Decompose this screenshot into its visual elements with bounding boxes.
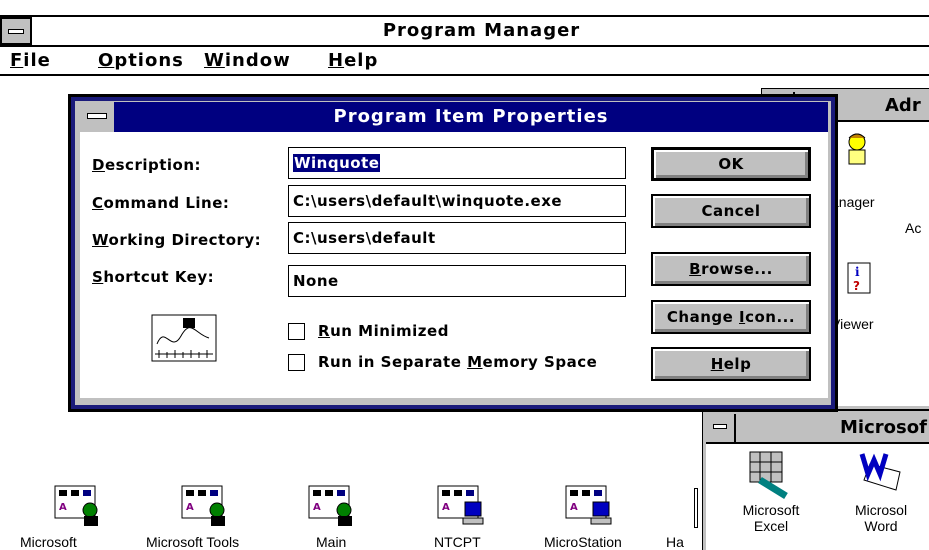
menu-help-mnemonic: H bbox=[328, 50, 345, 71]
excel-label-line1: Microsoft bbox=[742, 502, 800, 518]
program-item-properties-dialog: Program Item Properties Description: Com… bbox=[68, 94, 838, 412]
shortcut-key-field[interactable]: None bbox=[288, 265, 626, 297]
word-icon[interactable] bbox=[856, 450, 906, 498]
dialog-system-menu-button[interactable] bbox=[80, 102, 114, 132]
svg-text:?: ? bbox=[853, 279, 860, 293]
shortcut-key-label-rest: hortcut Key: bbox=[103, 268, 215, 286]
run-minimized-label: un Minimized bbox=[330, 322, 449, 340]
menu-file-rest: ile bbox=[23, 50, 51, 71]
group-icon-microsoft[interactable]: A bbox=[54, 480, 104, 528]
shortcut-key-label: Shortcut Key: bbox=[92, 268, 214, 286]
group-label-partial: Ha bbox=[666, 534, 684, 550]
description-label: Description: bbox=[92, 156, 201, 174]
cancel-button[interactable]: Cancel bbox=[651, 194, 811, 228]
user-manager-icon[interactable] bbox=[843, 132, 873, 166]
group-icon-microstation[interactable]: A bbox=[565, 480, 615, 528]
svg-text:A: A bbox=[186, 502, 194, 513]
svg-text:A: A bbox=[313, 502, 321, 513]
menu-window[interactable]: Window bbox=[204, 50, 291, 71]
admin-item-label-2: Ac bbox=[905, 220, 922, 236]
microsoft-group-window[interactable]: Microsof Microsoft Excel Microsol Word bbox=[702, 410, 929, 550]
change-icon-label-b: con... bbox=[745, 308, 796, 326]
group-label-main: Main bbox=[316, 534, 347, 550]
group-label-microsoft-tools: Microsoft Tools bbox=[146, 534, 240, 550]
run-minimized-box[interactable] bbox=[288, 322, 305, 340]
command-line-label: Command Line: bbox=[92, 194, 229, 212]
separate-memory-checkbox[interactable]: Run in Separate Memory Space bbox=[288, 353, 597, 371]
system-menu-icon bbox=[8, 29, 24, 34]
group-label-microstation: MicroStation bbox=[544, 534, 622, 550]
command-line-label-rest: ommand Line: bbox=[103, 194, 230, 212]
help-button[interactable]: Help bbox=[651, 347, 811, 381]
microsoft-system-menu-icon bbox=[713, 424, 727, 429]
menu-window-mnemonic: W bbox=[204, 50, 225, 71]
group-icon-main[interactable]: A bbox=[308, 480, 358, 528]
separate-memory-label-b: emory Space bbox=[482, 353, 598, 371]
microsoft-group-title: Microsof bbox=[840, 417, 927, 438]
word-label: Microsol Word bbox=[846, 502, 916, 534]
svg-text:A: A bbox=[442, 502, 450, 513]
menu-options-rest: ptions bbox=[114, 50, 184, 71]
group-icon-partial[interactable] bbox=[694, 488, 698, 528]
command-line-mnemonic: C bbox=[92, 194, 104, 212]
system-menu-button[interactable] bbox=[0, 17, 32, 45]
help-label: elp bbox=[723, 355, 752, 373]
browse-label: rowse... bbox=[701, 260, 773, 278]
group-label-microsoft: Microsoft bbox=[20, 534, 77, 550]
word-label-line1: Microsol bbox=[854, 502, 908, 518]
shortcut-key-mnemonic: S bbox=[92, 268, 104, 286]
help-mnemonic: H bbox=[710, 355, 724, 373]
browse-button[interactable]: Browse... bbox=[651, 252, 811, 286]
browse-mnemonic: B bbox=[689, 260, 702, 278]
group-label-ntcpt: NTCPT bbox=[434, 534, 481, 550]
menu-bar: File Options Window Help bbox=[0, 47, 929, 76]
menu-options-mnemonic: O bbox=[98, 50, 115, 71]
menu-file[interactable]: File bbox=[10, 50, 51, 71]
menu-help[interactable]: Help bbox=[328, 50, 378, 71]
working-directory-field[interactable]: C:\users\default bbox=[288, 222, 626, 254]
menu-window-rest: indow bbox=[224, 50, 291, 71]
change-icon-button[interactable]: Change Icon... bbox=[651, 300, 811, 334]
ok-button[interactable]: OK bbox=[651, 147, 811, 181]
description-mnemonic: D bbox=[92, 156, 105, 174]
microsoft-group-titlebar[interactable]: Microsof bbox=[706, 414, 929, 444]
svg-text:A: A bbox=[59, 502, 67, 513]
working-directory-label-rest: orking Directory: bbox=[108, 231, 262, 249]
separate-memory-box[interactable] bbox=[288, 353, 305, 371]
command-line-field[interactable]: C:\users\default\winquote.exe bbox=[288, 185, 626, 217]
svg-text:i: i bbox=[855, 265, 860, 279]
menu-help-rest: elp bbox=[344, 50, 379, 71]
dialog-body: Description: Command Line: Working Direc… bbox=[80, 132, 828, 398]
dialog-title: Program Item Properties bbox=[333, 106, 609, 127]
viewer-icon[interactable]: i ? bbox=[847, 262, 871, 294]
svg-text:A: A bbox=[570, 502, 578, 513]
separate-memory-mnemonic: M bbox=[467, 353, 483, 371]
group-icon-ntcpt[interactable]: A bbox=[437, 480, 487, 528]
separate-memory-label-a: Run in Separate bbox=[318, 353, 468, 371]
dialog-titlebar[interactable]: Program Item Properties bbox=[80, 102, 828, 132]
program-icon-preview bbox=[151, 314, 217, 362]
description-value: Winquote bbox=[293, 154, 381, 172]
run-minimized-checkbox[interactable]: Run Minimized bbox=[288, 322, 449, 340]
excel-icon[interactable] bbox=[746, 450, 792, 500]
excel-label: Microsoft Excel bbox=[739, 502, 803, 534]
word-label-line2: Word bbox=[864, 518, 898, 534]
menu-options[interactable]: Options bbox=[98, 50, 184, 71]
window-top-edge bbox=[0, 0, 929, 17]
admin-group-title: Adr bbox=[885, 95, 921, 116]
program-manager-title: Program Manager bbox=[382, 20, 581, 41]
description-label-rest: escription: bbox=[104, 156, 202, 174]
working-directory-label: Working Directory: bbox=[92, 231, 261, 249]
change-icon-label-a: Change bbox=[666, 308, 740, 326]
program-manager-titlebar[interactable]: Program Manager bbox=[0, 17, 929, 47]
working-directory-mnemonic: W bbox=[92, 231, 109, 249]
microsoft-system-menu[interactable] bbox=[706, 414, 736, 442]
run-minimized-mnemonic: R bbox=[318, 322, 331, 340]
menu-file-mnemonic: F bbox=[10, 50, 24, 71]
group-icon-microsoft-tools[interactable]: A bbox=[181, 480, 231, 528]
description-field[interactable]: Winquote bbox=[288, 147, 626, 179]
excel-label-line2: Excel bbox=[753, 518, 789, 534]
dialog-system-menu-icon bbox=[87, 113, 107, 119]
